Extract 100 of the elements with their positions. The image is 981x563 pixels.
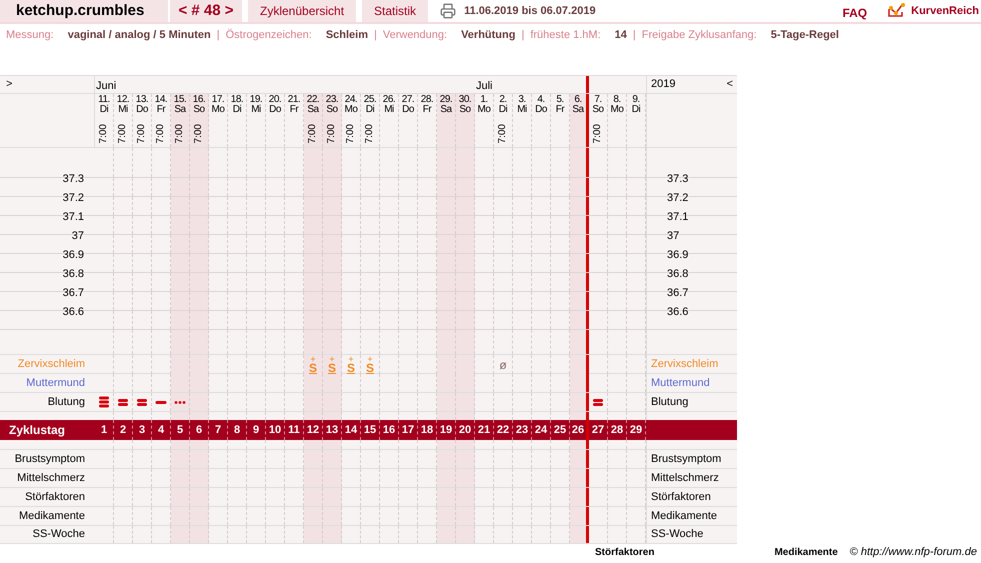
mucus-letter: S — [366, 363, 374, 374]
faq-link[interactable]: FAQ — [842, 4, 868, 22]
date-range: 11.06.2019 bis 06.07.2019 — [464, 4, 596, 19]
date-label: 12. — [116, 95, 130, 105]
cycle-day-number: 11 — [285, 420, 304, 440]
info-separator: | — [216, 28, 220, 43]
date-label: 18. — [230, 95, 244, 105]
cycle-day-number: 4 — [152, 420, 171, 440]
cycle-day-number: 17 — [399, 420, 418, 440]
date-label: 30. — [458, 95, 472, 105]
month-label: Juni — [96, 79, 116, 94]
date-label: 13. — [136, 95, 148, 105]
weekend-column-cell — [456, 393, 475, 411]
weekend-column-cell — [456, 374, 475, 392]
mucus-plus-mark: + — [310, 355, 316, 363]
date-label: 19. — [250, 95, 262, 105]
weekday-label: Sa — [440, 105, 452, 115]
time-label: 7:00 — [193, 124, 205, 144]
info-label: früheste 1.hM: — [530, 28, 601, 43]
info-value: Schleim — [326, 28, 368, 43]
mucus-letter: ø — [499, 356, 507, 374]
cycle-day-number: 27 — [589, 420, 608, 440]
cycle-day-number: 15 — [361, 420, 380, 440]
weekday-label: Mi — [517, 105, 527, 115]
weekday-label: Mo — [212, 105, 224, 115]
date-label: 25. — [364, 95, 376, 105]
date-label: 27. — [402, 95, 414, 105]
weekday-label: Mi — [118, 105, 128, 115]
weekday-label: Mo — [610, 105, 624, 115]
weekday-label: Sa — [572, 105, 584, 115]
row-label: Mittelschmerz — [646, 469, 737, 487]
date-label: 15. — [174, 95, 186, 105]
weekday-label: Do — [535, 105, 547, 115]
mucus-plus-mark: + — [367, 355, 373, 363]
brand-name: KurvenReich — [911, 4, 979, 19]
weekday-label: Di — [498, 105, 508, 115]
row-label: SS-Woche — [32, 527, 86, 542]
prev-arrow-button[interactable]: < — [726, 76, 733, 93]
cycle-day-number: 9 — [247, 420, 266, 440]
cycle-day-number: 8 — [228, 420, 247, 440]
date-label: 14. — [154, 95, 168, 105]
date-label: 24. — [344, 95, 358, 105]
info-label: Messung: — [6, 28, 54, 43]
date-label: 8. — [613, 95, 621, 105]
weekend-column-cell — [437, 393, 456, 411]
time-label: 7:00 — [117, 124, 129, 144]
row-label: Blutung — [46, 394, 86, 410]
weekday-label: Fr — [156, 105, 166, 115]
cycle-day-number: 10 — [266, 420, 285, 440]
weekday-label: Mo — [478, 105, 490, 115]
cycle-day-title: Zyklustag — [8, 422, 66, 439]
weekday-label: Mi — [251, 105, 261, 115]
time-label: 7:00 — [155, 124, 167, 144]
info-separator: | — [374, 28, 377, 43]
nav-tab[interactable]: Zyklenübersicht — [248, 0, 356, 22]
cycle-day-number: 18 — [418, 420, 437, 440]
printer-icon[interactable] — [440, 3, 456, 19]
weekday-label: Di — [366, 105, 374, 115]
date-label: 22. — [306, 95, 320, 105]
info-label: Östrogenzeichen: — [226, 28, 312, 43]
legend-heading: Medikamente — [774, 546, 838, 560]
nav-tab[interactable]: Statistik — [362, 0, 428, 22]
user-name: ketchup.crumbles — [0, 0, 168, 22]
credit-text: © http://www.nfp-forum.de — [850, 544, 977, 560]
date-label: 20. — [268, 95, 282, 105]
weekday-label: Di — [632, 105, 640, 115]
date-label: 7. — [594, 95, 602, 105]
cycle-nav-button[interactable]: < # 48 > — [170, 0, 242, 22]
date-label: 6. — [574, 95, 582, 105]
info-separator: | — [521, 28, 524, 43]
time-label: 7:00 — [307, 124, 319, 144]
row-label: Muttermund — [25, 376, 86, 391]
date-label: 23. — [326, 95, 338, 105]
cycle-day-number: 3 — [133, 420, 152, 440]
weekend-column-cell — [570, 355, 589, 374]
cycle-day-number: 2 — [114, 420, 133, 440]
date-label: 4. — [537, 95, 545, 105]
weekday-label: So — [193, 105, 205, 115]
weekday-label: Do — [269, 105, 281, 115]
month-label: Juli — [476, 79, 493, 94]
year-label: 2019 — [651, 77, 676, 92]
date-label: 26. — [382, 95, 396, 105]
info-value: 5-Tage-Regel — [770, 28, 839, 43]
weekday-label: Di — [100, 105, 108, 115]
date-label: 29. — [440, 95, 452, 105]
weekday-label: Do — [136, 105, 148, 115]
row-label: Störfaktoren — [24, 490, 86, 505]
weekend-column-cell — [171, 355, 190, 374]
next-arrow-button[interactable]: > — [0, 76, 95, 93]
time-label: 7:00 — [98, 124, 110, 144]
row-label: Zervixschleim — [16, 357, 86, 372]
info-label: Verwendung: — [382, 28, 448, 43]
row-label: Medikamente — [18, 508, 86, 524]
weekend-column-cell — [190, 374, 209, 392]
row-label: Zervixschleim — [646, 355, 737, 374]
legend-heading: Störfaktoren — [595, 546, 654, 560]
row-label: Brustsymptom — [646, 450, 737, 468]
row-label: Medikamente — [646, 507, 737, 525]
date-label: 11. — [98, 95, 110, 105]
time-label: 7:00 — [136, 124, 148, 144]
